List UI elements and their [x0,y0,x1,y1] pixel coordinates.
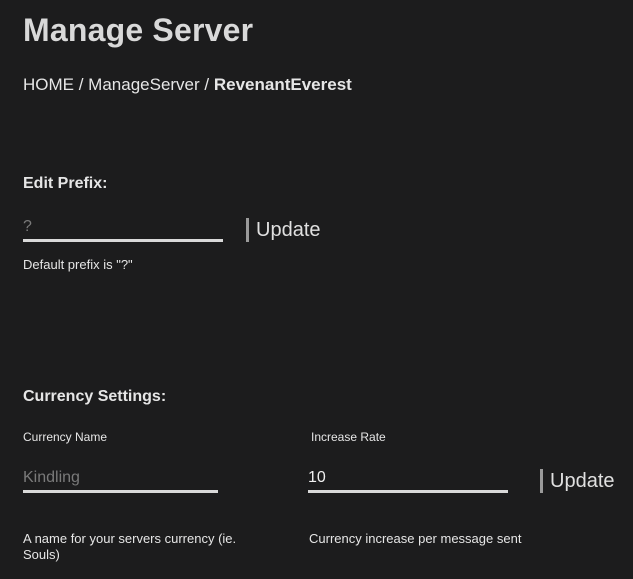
currency-name-help-text: A name for your servers currency (ie. So… [23,531,237,562]
breadcrumb-separator: / [74,75,89,94]
currency-name-label: Currency Name [23,430,108,444]
prefix-update-button[interactable]: Update [246,218,321,242]
breadcrumb-separator: / [199,75,214,94]
breadcrumb-manage-server[interactable]: ManageServer [88,75,200,94]
increase-rate-input[interactable] [308,468,508,493]
breadcrumb-home[interactable]: HOME [23,75,74,94]
breadcrumb-current: RevenantEverest [213,75,352,94]
currency-update-button[interactable]: Update [540,469,615,493]
increase-rate-help-text: Currency increase per message sent [309,531,522,546]
currency-name-input[interactable] [23,468,218,493]
manage-server-page: Manage Server HOME / ManageServer / Reve… [0,0,633,579]
page-title: Manage Server [23,12,254,48]
breadcrumb: HOME / ManageServer / RevenantEverest [23,75,352,95]
increase-rate-label: Increase Rate [311,430,386,444]
edit-prefix-heading: Edit Prefix: [23,175,108,192]
currency-settings-heading: Currency Settings: [23,388,167,405]
prefix-input[interactable] [23,217,223,242]
prefix-help-text: Default prefix is "?" [23,257,133,272]
